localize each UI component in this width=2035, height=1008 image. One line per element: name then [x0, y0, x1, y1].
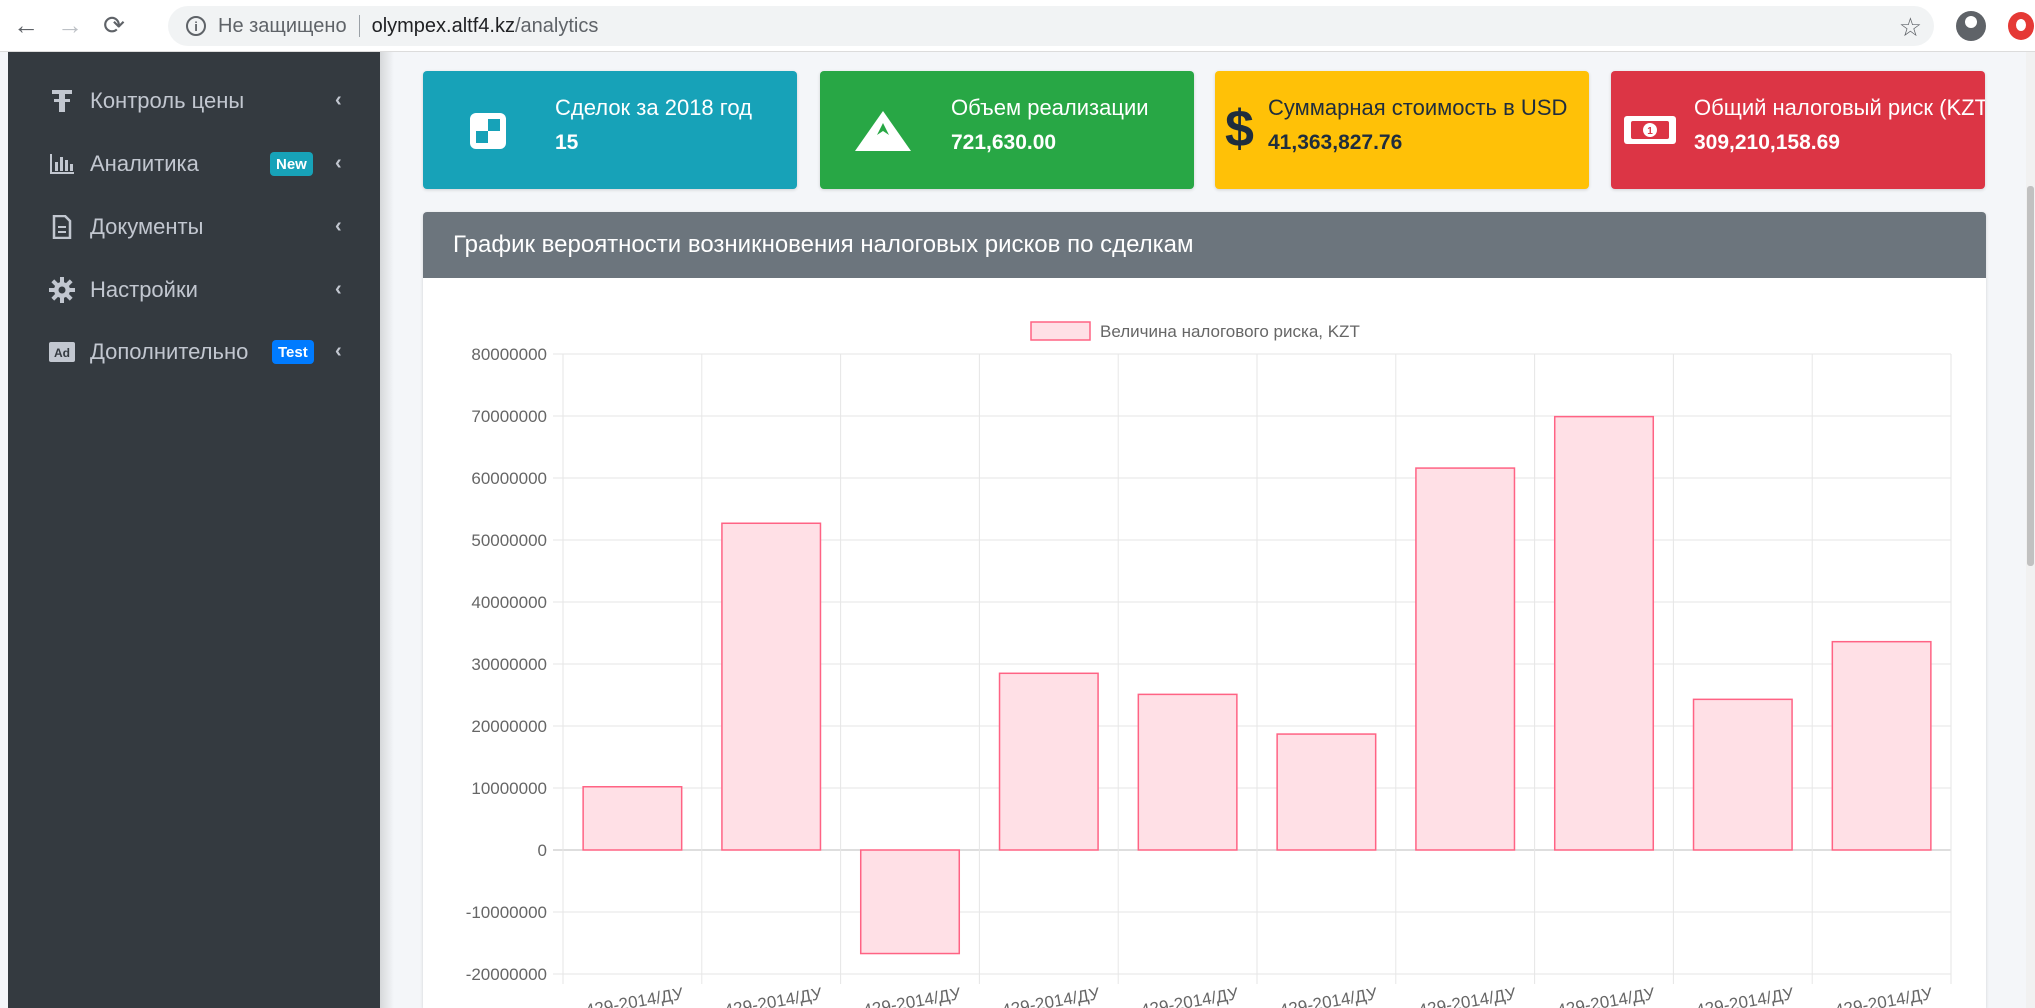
sidebar-item-label: Контроль цены — [90, 88, 245, 113]
sidebar-item-label: Дополнительно — [90, 339, 249, 364]
security-label: Не защищено — [218, 14, 347, 37]
chevron-left-icon: ‹ — [335, 340, 342, 362]
sidebar: Контроль цены ‹ Аналитика New ‹ Документ… — [8, 52, 380, 1008]
svg-text:1: 1 — [1647, 126, 1653, 137]
y-tick-label: 10000000 — [471, 779, 547, 798]
sidebar-shadow — [380, 52, 394, 1008]
sidebar-item-settings[interactable]: Настройки ‹ — [8, 260, 380, 320]
y-tick-label: 0 — [538, 841, 547, 860]
chart-bar — [721, 522, 822, 851]
card-title: График вероятности возникновения налогов… — [423, 212, 1986, 278]
chevron-left-icon: ‹ — [335, 89, 342, 111]
gear-icon — [48, 276, 76, 304]
extension-icon[interactable] — [2008, 12, 2034, 40]
stat-title: Сделок за 2018 год — [555, 95, 752, 120]
chevron-left-icon: ‹ — [335, 215, 342, 237]
legend-label: Величина налогового риска, KZT — [1100, 322, 1360, 341]
x-tick-label: -429-2014/ДУ — [856, 984, 963, 1008]
tax-risk-chart-card: 80000000 70000000 60000000 50000000 40000000… — [423, 212, 1986, 1008]
x-tick-label: -429-2014/ДУ — [1550, 984, 1657, 1008]
bar-chart-icon — [48, 150, 76, 178]
chevron-left-icon: ‹ — [335, 152, 342, 174]
x-tick-label: -429-2014/ДУ — [995, 984, 1102, 1008]
y-tick-label: 30000000 — [471, 655, 547, 674]
chart-bar — [1137, 693, 1238, 851]
x-tick-label: -429-2014/ДУ — [1827, 984, 1934, 1008]
stat-box-total-usd: $ Суммарная стоимость в USD 41,363,827.7… — [1215, 71, 1589, 189]
y-tick-label: 50000000 — [471, 531, 547, 550]
stat-value: 309,210,158.69 — [1694, 131, 1840, 154]
sidebar-item-label: Настройки — [90, 277, 198, 302]
back-arrow-icon[interactable]: ← — [8, 8, 44, 44]
stat-box-tax-risk: 1 Общий налоговый риск (KZT 309,210,158.… — [1611, 71, 1985, 189]
sidebar-item-documents[interactable]: Документы ‹ — [8, 197, 380, 257]
chart-bar — [1415, 467, 1516, 851]
chart-bar — [1276, 733, 1377, 851]
sidebar-item-additional[interactable]: Ad Дополнительно Test ‹ — [8, 322, 380, 382]
info-icon[interactable]: i — [186, 16, 206, 36]
chart-bar — [1831, 640, 1932, 851]
tax-risk-bar-chart: 80000000 70000000 60000000 50000000 40000000… — [466, 321, 1952, 1008]
stat-box-deals: Сделок за 2018 год 15 — [423, 71, 797, 189]
account-icon[interactable] — [1956, 11, 1986, 41]
url-host: olympex.altf4.kz — [371, 14, 515, 37]
url-path: /analytics — [514, 14, 599, 37]
legend-swatch — [1030, 321, 1091, 341]
sidebar-item-analytics[interactable]: Аналитика New ‹ — [8, 134, 380, 194]
chart-bar — [1553, 415, 1655, 851]
y-tick-label: 60000000 — [471, 469, 547, 488]
y-tick-label: 80000000 — [471, 345, 547, 364]
test-badge: Test — [272, 340, 314, 364]
x-tick-label: -429-2014/ДУ — [1689, 984, 1796, 1008]
grid-icon — [468, 111, 508, 156]
stat-value: 41,363,827.76 — [1268, 131, 1403, 154]
y-tick-label: 20000000 — [471, 717, 547, 736]
mountain-icon — [853, 109, 913, 158]
forward-arrow-icon[interactable]: → — [52, 8, 88, 44]
chart-bar — [859, 849, 961, 955]
price-tag-icon — [48, 87, 76, 115]
sidebar-item-label: Документы — [90, 214, 204, 239]
chevron-left-icon: ‹ — [335, 278, 342, 300]
x-tick-label: -429-2014/ДУ — [717, 984, 824, 1008]
reload-icon[interactable]: ⟳ — [96, 8, 132, 44]
address-separator — [358, 15, 360, 37]
stat-title: Общий налоговый риск (KZT — [1694, 95, 1985, 120]
chart-bar — [582, 786, 683, 851]
stat-title: Суммарная стоимость в USD — [1268, 95, 1568, 120]
bookmark-star-icon[interactable]: ☆ — [1899, 12, 1922, 43]
y-tick-label: 70000000 — [471, 407, 547, 426]
chart-bar — [998, 672, 1099, 851]
chart-bar — [1692, 698, 1793, 851]
stat-value: 15 — [555, 131, 579, 154]
x-tick-label: -429-2014/ДУ — [578, 984, 685, 1008]
x-tick-label: -429-2014/ДУ — [1411, 984, 1518, 1008]
ad-icon: Ad — [48, 338, 76, 366]
y-tick-label: 40000000 — [471, 593, 547, 612]
new-badge: New — [270, 152, 313, 176]
document-icon — [48, 213, 76, 241]
x-tick-label: -429-2014/ДУ — [1272, 984, 1379, 1008]
browser-toolbar: ← → ⟳ i Не защищено olympex.altf4.kz /an… — [0, 0, 2035, 52]
money-bill-icon: 1 — [1623, 115, 1677, 150]
sidebar-item-price-control[interactable]: Контроль цены ‹ — [8, 71, 380, 131]
address-bar[interactable]: i Не защищено olympex.altf4.kz /analytic… — [168, 6, 1934, 46]
y-tick-label: -10000000 — [466, 903, 547, 922]
svg-text:Ad: Ad — [54, 346, 70, 360]
sidebar-item-label: Аналитика — [90, 151, 199, 176]
stat-title: Объем реализации — [951, 95, 1149, 120]
stat-value: 721,630.00 — [951, 131, 1057, 154]
dollar-icon: $ — [1225, 100, 1254, 158]
y-tick-label: -20000000 — [466, 965, 547, 984]
x-tick-label: -429-2014/ДУ — [1133, 984, 1240, 1008]
page-scrollbar-thumb[interactable] — [2027, 186, 2034, 566]
stat-box-sales-volume: Объем реализации 721,630.00 — [820, 71, 1194, 189]
